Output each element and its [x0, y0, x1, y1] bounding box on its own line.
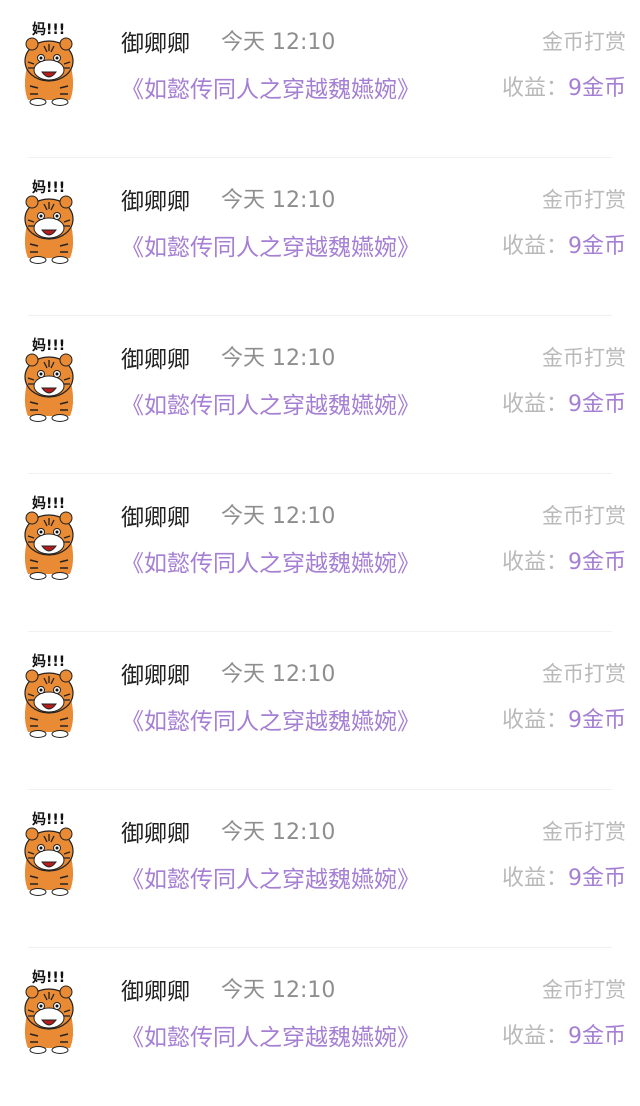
income-value: 9金币 — [568, 550, 626, 575]
list-item[interactable]: 妈!!! 御卿卿 今天 12:10 金币打赏 《如懿传同人之穿越魏嬿婉》 收益：… — [0, 632, 640, 790]
income-label: 收益： — [501, 392, 568, 417]
avatar-text: 妈!!! — [32, 653, 65, 670]
income-value: 9金币 — [568, 392, 626, 417]
reward-type-label: 金币打赏 — [542, 662, 626, 686]
income: 收益：9金币 — [502, 860, 626, 892]
reward-type-label: 金币打赏 — [542, 504, 626, 528]
sender-name: 御卿卿 — [121, 31, 190, 57]
list-item[interactable]: 妈!!! 御卿卿 今天 12:10 金币打赏 《如懿传同人之穿越魏嬿婉》 收益：… — [0, 316, 640, 474]
book-title-link[interactable]: 《如懿传同人之穿越魏嬿婉》 — [121, 1018, 420, 1052]
tiger-sticker-icon: 妈!!! — [24, 811, 74, 896]
avatar[interactable]: 妈!!! — [18, 174, 80, 264]
avatar[interactable]: 妈!!! — [18, 648, 80, 738]
avatar-text: 妈!!! — [32, 337, 65, 354]
timestamp: 今天 12:10 — [221, 346, 336, 371]
sender-name: 御卿卿 — [121, 347, 190, 373]
income-value: 9金币 — [568, 866, 626, 891]
income: 收益：9金币 — [502, 544, 626, 576]
income: 收益：9金币 — [502, 386, 626, 418]
list-item[interactable]: 妈!!! 御卿卿 今天 12:10 金币打赏 《如懿传同人之穿越魏嬿婉》 收益：… — [0, 474, 640, 632]
avatar[interactable]: 妈!!! — [18, 490, 80, 580]
list-item[interactable]: 妈!!! 御卿卿 今天 12:10 金币打赏 《如懿传同人之穿越魏嬿婉》 收益：… — [0, 158, 640, 316]
list-item[interactable]: 妈!!! 御卿卿 今天 12:10 金币打赏 《如懿传同人之穿越魏嬿婉》 收益：… — [0, 790, 640, 948]
reward-type-label: 金币打赏 — [542, 188, 626, 212]
income: 收益：9金币 — [502, 1018, 626, 1050]
avatar-text: 妈!!! — [32, 179, 65, 196]
income-label: 收益： — [501, 708, 568, 733]
tiger-sticker-icon: 妈!!! — [24, 21, 74, 106]
income: 收益：9金币 — [502, 702, 626, 734]
sender-name: 御卿卿 — [121, 189, 190, 215]
avatar[interactable]: 妈!!! — [18, 806, 80, 896]
timestamp: 今天 12:10 — [221, 188, 336, 213]
tiger-sticker-icon: 妈!!! — [24, 495, 74, 580]
sender-name: 御卿卿 — [121, 979, 190, 1005]
avatar[interactable]: 妈!!! — [18, 332, 80, 422]
book-title-link[interactable]: 《如懿传同人之穿越魏嬿婉》 — [121, 70, 420, 104]
avatar-text: 妈!!! — [32, 811, 65, 828]
income-label: 收益： — [501, 76, 568, 101]
reward-type-label: 金币打赏 — [542, 30, 626, 54]
avatar-text: 妈!!! — [32, 969, 65, 986]
timestamp: 今天 12:10 — [221, 978, 336, 1003]
income-value: 9金币 — [568, 1024, 626, 1049]
income-label: 收益： — [501, 1024, 568, 1049]
income: 收益：9金币 — [502, 70, 626, 102]
reward-record-list: 妈!!! 御卿卿 今天 12:10 金币打赏 《如懿传同人之穿越魏嬿婉》 收益：… — [0, 0, 640, 1068]
book-title-link[interactable]: 《如懿传同人之穿越魏嬿婉》 — [121, 702, 420, 736]
reward-type-label: 金币打赏 — [542, 978, 626, 1002]
sender-name: 御卿卿 — [121, 663, 190, 689]
timestamp: 今天 12:10 — [221, 504, 336, 529]
timestamp: 今天 12:10 — [221, 30, 336, 55]
tiger-sticker-icon: 妈!!! — [24, 337, 74, 422]
timestamp: 今天 12:10 — [221, 820, 336, 845]
income-value: 9金币 — [568, 234, 626, 259]
book-title-link[interactable]: 《如懿传同人之穿越魏嬿婉》 — [121, 860, 420, 894]
list-item[interactable]: 妈!!! 御卿卿 今天 12:10 金币打赏 《如懿传同人之穿越魏嬿婉》 收益：… — [0, 948, 640, 1106]
income-label: 收益： — [501, 234, 568, 259]
avatar[interactable]: 妈!!! — [18, 16, 80, 106]
income-value: 9金币 — [568, 76, 626, 101]
list-item[interactable]: 妈!!! 御卿卿 今天 12:10 金币打赏 《如懿传同人之穿越魏嬿婉》 收益：… — [0, 0, 640, 158]
avatar-text: 妈!!! — [32, 495, 65, 512]
tiger-sticker-icon: 妈!!! — [24, 969, 74, 1054]
book-title-link[interactable]: 《如懿传同人之穿越魏嬿婉》 — [121, 544, 420, 578]
reward-type-label: 金币打赏 — [542, 820, 626, 844]
avatar[interactable]: 妈!!! — [18, 964, 80, 1054]
book-title-link[interactable]: 《如懿传同人之穿越魏嬿婉》 — [121, 228, 420, 262]
income-label: 收益： — [501, 866, 568, 891]
income: 收益：9金币 — [502, 228, 626, 260]
tiger-sticker-icon: 妈!!! — [24, 653, 74, 738]
avatar-text: 妈!!! — [32, 21, 65, 38]
sender-name: 御卿卿 — [121, 505, 190, 531]
book-title-link[interactable]: 《如懿传同人之穿越魏嬿婉》 — [121, 386, 420, 420]
income-value: 9金币 — [568, 708, 626, 733]
reward-type-label: 金币打赏 — [542, 346, 626, 370]
sender-name: 御卿卿 — [121, 821, 190, 847]
income-label: 收益： — [501, 550, 568, 575]
timestamp: 今天 12:10 — [221, 662, 336, 687]
tiger-sticker-icon: 妈!!! — [24, 179, 74, 264]
